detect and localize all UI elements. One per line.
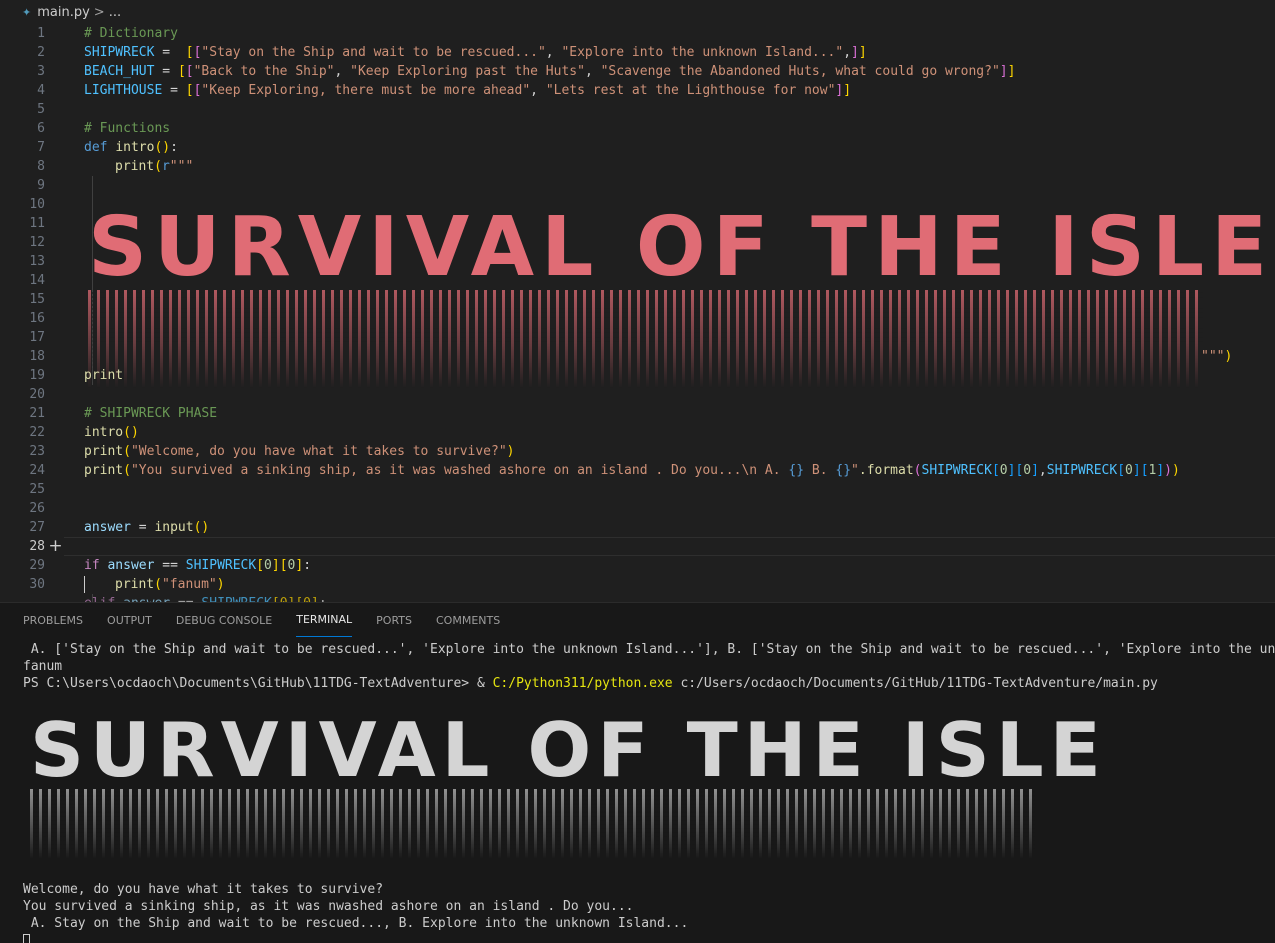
- print-call: print: [84, 368, 124, 383]
- breadcrumb-file[interactable]: main.py: [37, 5, 90, 20]
- if-answer: if answer == SHIPWRECK[0][0]:: [84, 558, 312, 573]
- line-number: 16: [29, 311, 45, 326]
- print-raw-open: print(r""": [115, 159, 194, 174]
- tab-output[interactable]: OUTPUT: [107, 603, 152, 637]
- terminal-prompt-line: PS C:\Users\ocdaoch\Documents\GitHub\11T…: [23, 676, 1158, 691]
- script-path: c:/Users/ocdaoch/Documents/GitHub/11TDG-…: [672, 676, 1158, 691]
- line-number: 15: [29, 292, 45, 307]
- terminal-line: You survived a sinking ship, as it was n…: [23, 899, 634, 914]
- terminal-line: A. Stay on the Ship and wait to be rescu…: [23, 916, 689, 931]
- terminal-output-bottom[interactable]: Welcome, do you have what it takes to su…: [23, 881, 688, 943]
- panel-tabs: PROBLEMS OUTPUT DEBUG CONSOLE TERMINAL PORTS…: [0, 603, 1275, 637]
- breadcrumb-rest[interactable]: ...: [109, 5, 121, 20]
- line-number: 17: [29, 330, 45, 345]
- terminal-line: A. ['Stay on the Ship and wait to be res…: [23, 642, 1275, 657]
- python-path: C:/Python311/python.exe: [492, 676, 673, 691]
- breadcrumb-separator: >: [93, 4, 105, 20]
- line-number: 11: [29, 216, 45, 231]
- shipwreck-var: SHIPWRECK: [84, 45, 155, 60]
- line-number: 12: [29, 235, 45, 250]
- breadcrumb: ✦ main.py > ...: [0, 0, 1275, 24]
- intro-call: intro(): [84, 425, 139, 440]
- line-number: 9: [37, 178, 45, 193]
- comment-functions: # Functions: [84, 121, 171, 136]
- line-number: 5: [37, 102, 45, 117]
- shipwreck-option-2: "Explore into the unknown Island...": [561, 45, 844, 60]
- terminal-line: Welcome, do you have what it takes to su…: [23, 882, 384, 897]
- comment-dictionary: # Dictionary: [84, 26, 178, 41]
- plus-icon[interactable]: +: [47, 538, 64, 555]
- bottom-panel: PROBLEMS OUTPUT DEBUG CONSOLE TERMINAL PORTS…: [0, 602, 1275, 943]
- current-line[interactable]: +: [0, 537, 1275, 593]
- line-number: 26: [29, 501, 45, 516]
- beach-hut-definition: BEACH_HUT = [["Back to the Ship", "Keep …: [84, 64, 1016, 79]
- terminal-line: fanum: [23, 659, 63, 674]
- shipwreck-option-1: "Stay on the Ship and wait to be rescued…: [201, 45, 546, 60]
- shipwreck-definition: SHIPWRECK = [["Stay on the Ship and wait…: [84, 45, 867, 60]
- print-survived: print("You survived a sinking ship, as i…: [84, 463, 1180, 478]
- line-number: 20: [29, 387, 45, 402]
- ascii-banner-terminal-drips: [30, 789, 1035, 859]
- line-number: 14: [29, 273, 45, 288]
- print-welcome: print("Welcome, do you have what it take…: [84, 444, 515, 459]
- code-editor[interactable]: 1 2 3 4 5 6 7 8 9 10 11 12 13 14 15 16 17 18 19 20 21 22 23 24 2…: [0, 24, 1275, 602]
- line-number: 13: [29, 254, 45, 269]
- line-number: 25: [29, 482, 45, 497]
- line-number: 10: [29, 197, 45, 212]
- tab-debug-console[interactable]: DEBUG CONSOLE: [176, 603, 272, 637]
- intro-def: def intro():: [84, 140, 178, 155]
- print-fanum: print("fanum"): [115, 577, 225, 592]
- lighthouse-definition: LIGHTHOUSE = [["Keep Exploring, there mu…: [84, 83, 852, 98]
- tab-problems[interactable]: PROBLEMS: [23, 603, 83, 637]
- terminal-cursor[interactable]: [23, 932, 688, 943]
- answer-input: answer = input(): [84, 520, 210, 535]
- tab-comments[interactable]: COMMENTS: [436, 603, 500, 637]
- raw-close: """): [1201, 349, 1233, 364]
- python-file-icon: ✦: [22, 5, 32, 19]
- comment-shipwreck-phase: # SHIPWRECK PHASE: [84, 406, 218, 421]
- ascii-banner-red: SURVIVAL OF THE ISLE: [88, 200, 1275, 295]
- tab-ports[interactable]: PORTS: [376, 603, 412, 637]
- ascii-banner-terminal: SURVIVAL OF THE ISLE: [30, 706, 1107, 794]
- tab-terminal[interactable]: TERMINAL: [296, 603, 353, 637]
- elif-partial: elif answer == SHIPWRECK[0][0]:: [84, 594, 327, 602]
- terminal-output[interactable]: A. ['Stay on the Ship and wait to be res…: [23, 641, 1275, 692]
